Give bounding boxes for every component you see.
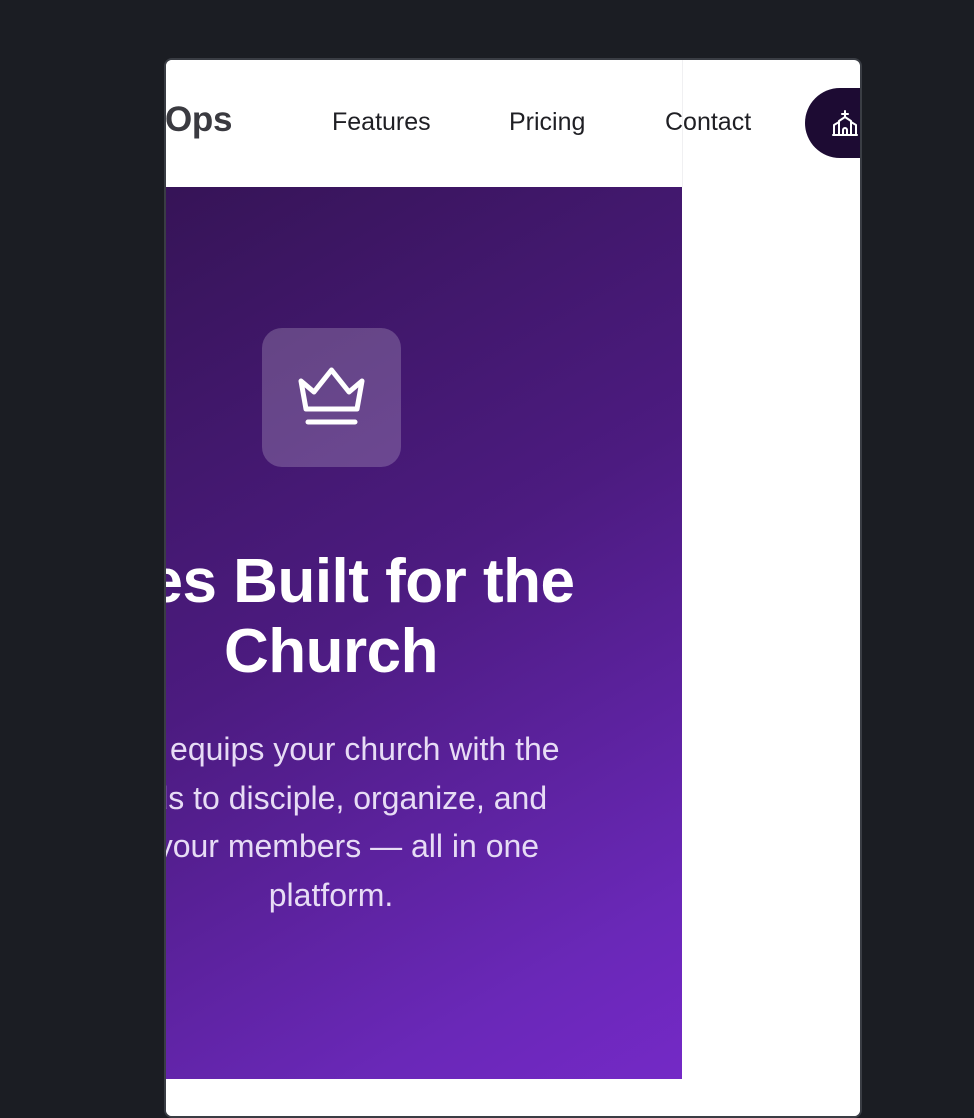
nav-link-pricing[interactable]: Pricing xyxy=(509,108,585,137)
empty-right-area xyxy=(683,187,860,1116)
browser-frame: domOps Features Pricing Contact xyxy=(164,58,862,1118)
hero-title-line: Church xyxy=(224,616,439,686)
hero-description-line: platform. xyxy=(268,876,394,913)
nav-link-features[interactable]: Features xyxy=(332,108,431,137)
navbar: domOps Features Pricing Contact xyxy=(166,60,751,187)
brand-logo-text[interactable]: domOps xyxy=(166,100,232,140)
page-viewport[interactable]: domOps Features Pricing Contact xyxy=(166,60,860,1116)
hero-section: ures Built for the Church Ops equips you… xyxy=(166,187,682,1079)
hero-title: ures Built for the Church xyxy=(166,547,681,687)
page-content-below-hero xyxy=(166,1079,682,1116)
hero-icon-tile xyxy=(262,328,401,467)
church-cta-button[interactable] xyxy=(805,88,860,158)
hero-description-line: Ops equips your church with the xyxy=(166,731,560,767)
crown-icon xyxy=(298,367,365,425)
church-icon xyxy=(832,110,858,136)
hero-title-line: ures Built for the xyxy=(166,546,575,616)
nav-link-contact[interactable]: Contact xyxy=(665,108,751,137)
hero-description: Ops equips your church with the eeds to … xyxy=(166,725,681,919)
hero-description-line: ct your members — all in one xyxy=(166,828,540,864)
hero-description-line: eeds to disciple, organize, and xyxy=(166,779,548,816)
